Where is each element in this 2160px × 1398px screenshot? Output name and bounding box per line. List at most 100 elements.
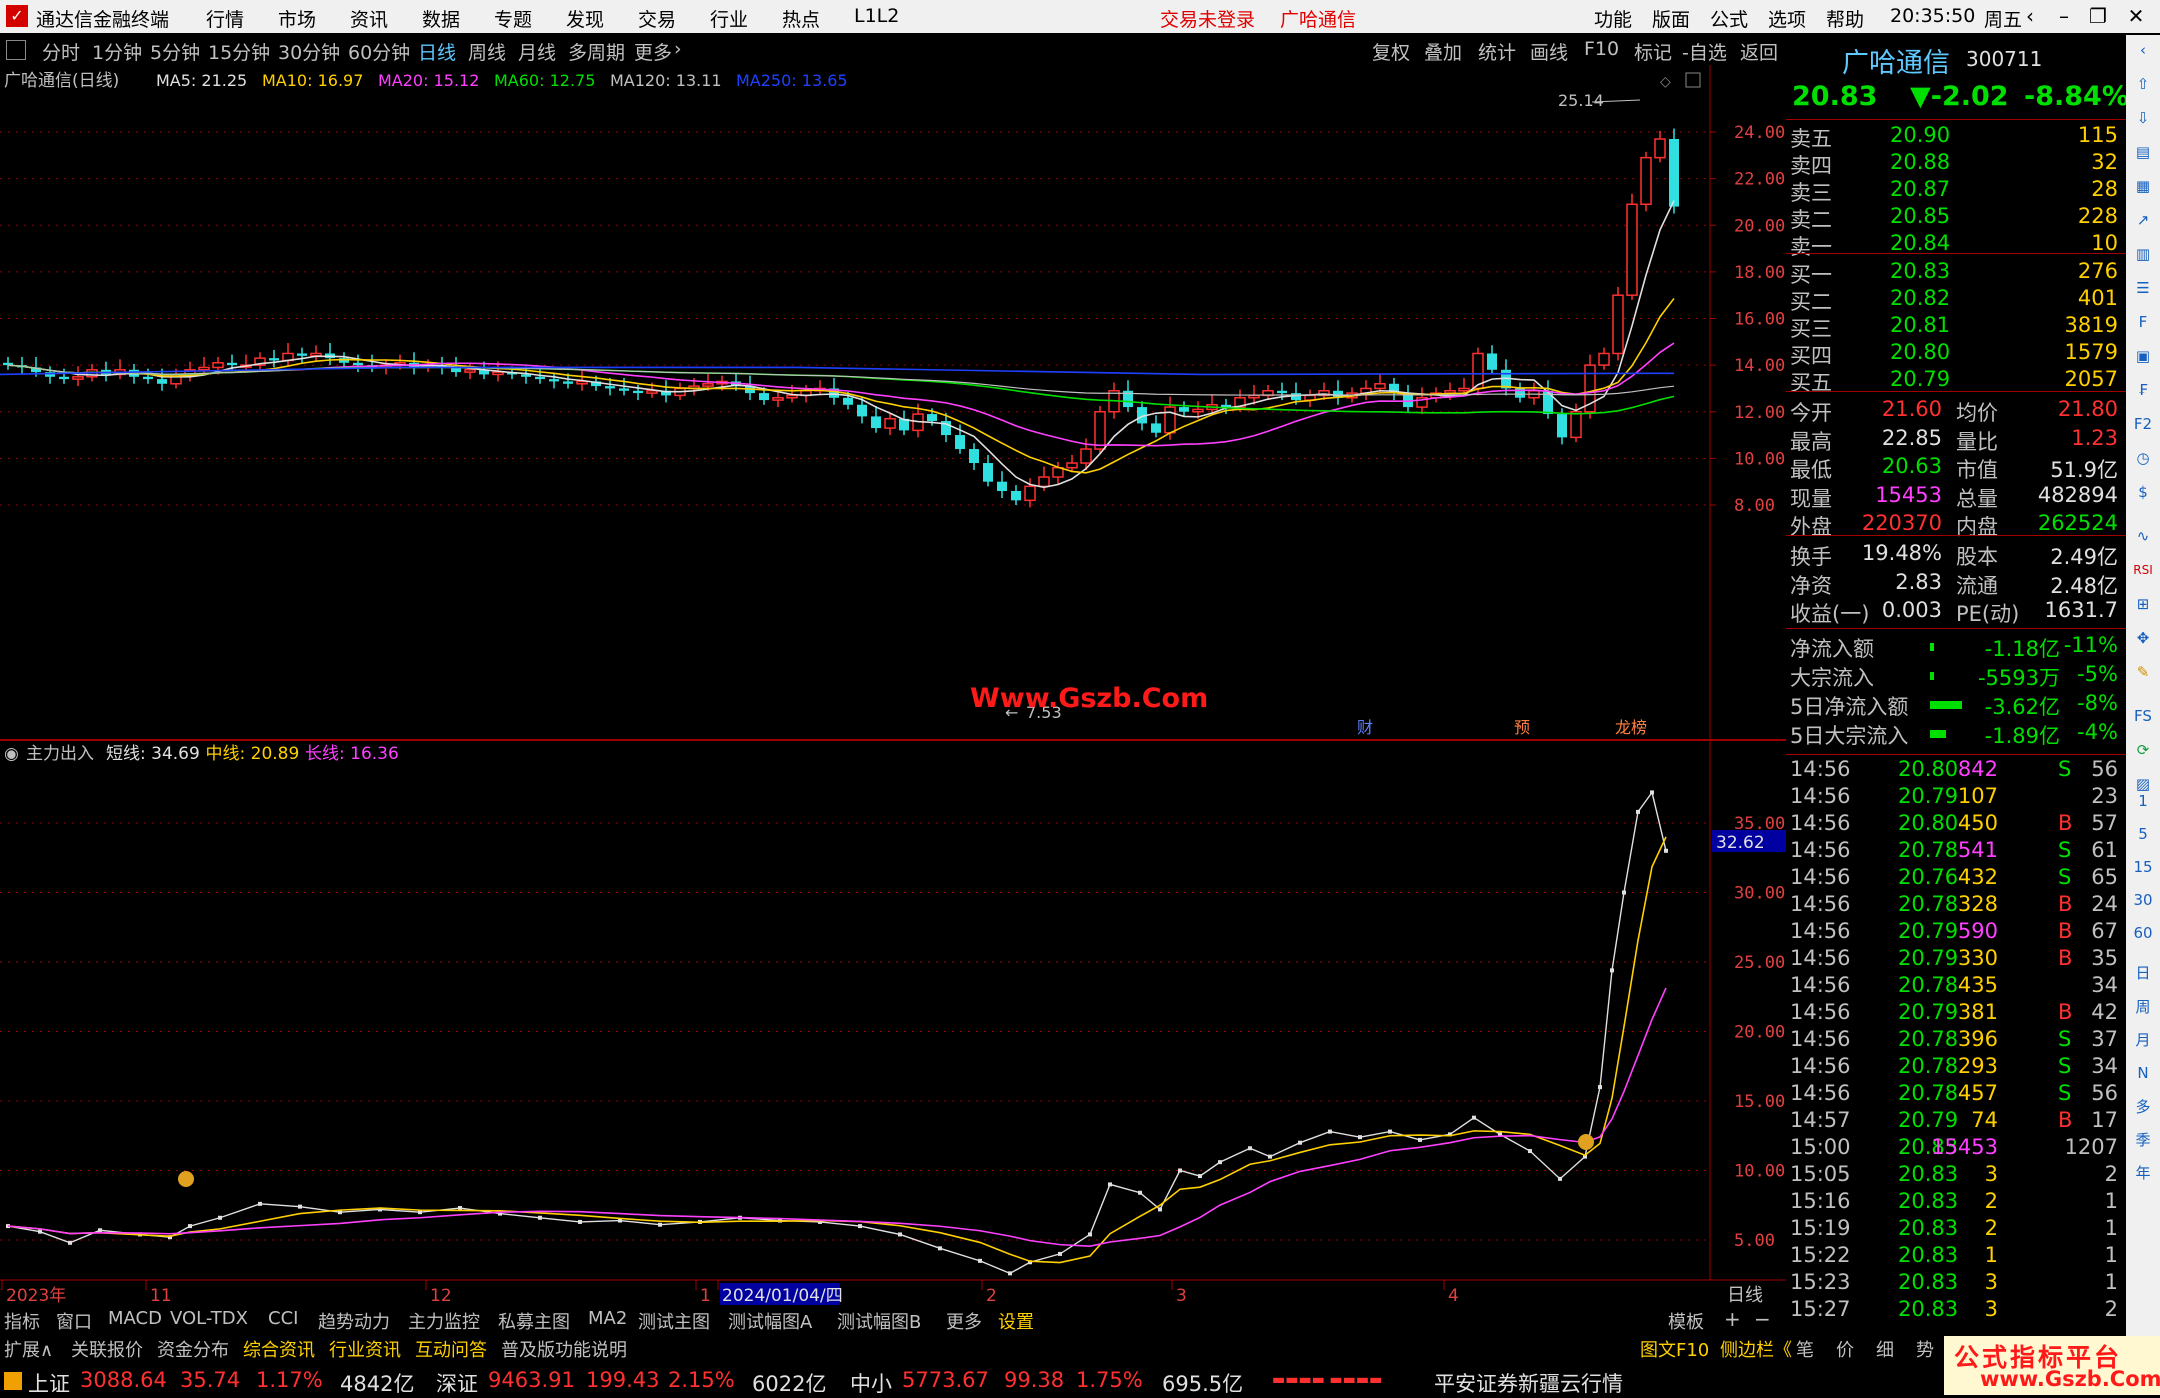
sh-index-name[interactable]: 上证 (28, 1368, 70, 1398)
period-daily[interactable]: 日线 (418, 38, 456, 65)
zoom-out-icon[interactable]: − (1754, 1307, 1771, 1331)
right-tab-2[interactable]: 笔 (1796, 1336, 1814, 1362)
indicator-tab-1[interactable]: 窗口 (56, 1308, 92, 1334)
menu-options[interactable]: 选项 (1768, 5, 1806, 32)
event-mark-forecast[interactable]: 预 (1514, 718, 1530, 737)
side-period-1[interactable]: 5 (2132, 823, 2154, 845)
tool-back[interactable]: 返回 (1740, 38, 1778, 65)
indicator-tab-2[interactable]: MACD (108, 1308, 162, 1329)
tool-overlay[interactable]: 叠加 (1424, 38, 1462, 65)
up-arrow-icon[interactable]: ⇧ (2132, 73, 2154, 95)
side-period-8[interactable]: N (2132, 1062, 2154, 1084)
menu-topics[interactable]: 专题 (494, 5, 532, 32)
indicator-tab-10[interactable]: 测试幅图A (728, 1308, 812, 1334)
indicator-tab-13[interactable]: 设置 (998, 1308, 1034, 1334)
side-period-4[interactable]: 60 (2132, 922, 2154, 944)
grid-small-icon[interactable]: ⊞ (2132, 593, 2154, 615)
down-arrow-icon[interactable]: ⇩ (2132, 107, 2154, 129)
side-period-10[interactable]: 季 (2132, 1129, 2154, 1151)
tool-f10[interactable]: F10 (1584, 38, 1619, 60)
sub-collapse-icon[interactable]: ◉ (4, 744, 19, 764)
dollar-icon[interactable]: $ (2132, 481, 2154, 503)
ext-tab-0[interactable]: 扩展∧ (4, 1336, 53, 1362)
trend-icon[interactable]: ↗ (2132, 209, 2154, 231)
indicator-tab-11[interactable]: 测试幅图B (837, 1308, 921, 1334)
menu-trade[interactable]: 交易 (638, 5, 676, 32)
chevron-right-icon[interactable]: › (674, 38, 682, 60)
period-60min[interactable]: 60分钟 (348, 38, 410, 65)
pen-icon[interactable]: ✎ (2132, 661, 2154, 683)
side-period-6[interactable]: 周 (2132, 996, 2154, 1018)
chevron-left-icon[interactable]: ‹ (2132, 39, 2154, 61)
menu-industry[interactable]: 行业 (710, 5, 748, 32)
side-period-2[interactable]: 15 (2132, 856, 2154, 878)
list-icon[interactable]: ☰ (2132, 277, 2154, 299)
indicator-tab-4[interactable]: CCI (268, 1308, 298, 1329)
chart-icon[interactable]: ▤ (2132, 141, 2154, 163)
indicator-tab-12[interactable]: 更多 (946, 1308, 982, 1334)
minimize-icon[interactable]: – (2048, 2, 2080, 30)
side-period-3[interactable]: 30 (2132, 889, 2154, 911)
menu-layout[interactable]: 版面 (1652, 5, 1690, 32)
right-tab-3[interactable]: 价 (1836, 1336, 1854, 1362)
layout-toggle-icon[interactable] (6, 40, 26, 60)
indicator-tab-0[interactable]: 指标 (4, 1308, 40, 1334)
refresh-icon[interactable]: ⟳ (2132, 739, 2154, 761)
right-tab-5[interactable]: 势 (1916, 1336, 1934, 1362)
chart-area[interactable]: 24.0022.0020.0018.0016.0014.0012.0010.00… (0, 65, 1786, 1333)
right-tab-0[interactable]: 图文F10 (1640, 1336, 1709, 1362)
menu-market[interactable]: 市场 (278, 5, 316, 32)
period-1min[interactable]: 1分钟 (92, 38, 142, 65)
side-period-7[interactable]: 月 (2132, 1029, 2154, 1051)
menu-quotes[interactable]: 行情 (206, 5, 244, 32)
indicator-tab-9[interactable]: 测试主图 (638, 1308, 710, 1334)
login-status[interactable]: 交易未登录 (1160, 5, 1255, 32)
indicator-tab-5[interactable]: 趋势动力 (318, 1308, 390, 1334)
tool-mark[interactable]: 标记 (1634, 38, 1672, 65)
ext-tab-1[interactable]: 关联报价 (71, 1336, 143, 1362)
indicator-tab-8[interactable]: MA2 (588, 1308, 627, 1329)
menu-l1l2[interactable]: L1L2 (854, 5, 899, 27)
kline-icon[interactable]: ▥ (2132, 243, 2154, 265)
period-5min[interactable]: 5分钟 (150, 38, 200, 65)
period-weekly[interactable]: 周线 (468, 38, 506, 65)
ext-tab-5[interactable]: 互动问答 (415, 1336, 487, 1362)
indicator-tab-7[interactable]: 私募主图 (498, 1308, 570, 1334)
zoom-in-icon[interactable]: + (1724, 1307, 1741, 1331)
event-mark-finance[interactable]: 财 (1357, 718, 1373, 737)
f10-icon[interactable]: F (2132, 311, 2154, 333)
period-more[interactable]: 更多 (634, 38, 672, 65)
menu-discover[interactable]: 发现 (566, 5, 604, 32)
restore-icon[interactable]: ❐ (2082, 2, 2114, 30)
back-arrow-icon[interactable]: ‹ (2014, 2, 2046, 30)
tool-statistics[interactable]: 统计 (1478, 38, 1516, 65)
period-15min[interactable]: 15分钟 (208, 38, 270, 65)
side-period-0[interactable]: 1 (2132, 790, 2154, 812)
menu-help[interactable]: 帮助 (1826, 5, 1864, 32)
move-icon[interactable]: ✥ (2132, 627, 2154, 649)
tool-watchlist[interactable]: -自选 (1682, 38, 1727, 65)
diamond-icon[interactable]: ◇ (1660, 74, 1671, 90)
side-period-11[interactable]: 年 (2132, 1162, 2154, 1184)
period-30min[interactable]: 30分钟 (278, 38, 340, 65)
indicator-tab-3[interactable]: VOL-TDX (170, 1308, 248, 1329)
sz-index-name[interactable]: 深证 (436, 1368, 478, 1398)
event-mark-dragon-list[interactable]: 龙榜 (1615, 718, 1647, 737)
wave-icon[interactable]: ∿ (2132, 525, 2154, 547)
finance-icon[interactable]: ₣ (2132, 379, 2154, 401)
tool-draw[interactable]: 画线 (1530, 38, 1568, 65)
template-tab[interactable]: 模板 (1668, 1308, 1704, 1334)
menu-function[interactable]: 功能 (1594, 5, 1632, 32)
clock-icon[interactable]: ◷ (2132, 447, 2154, 469)
close-icon[interactable]: ✕ (2120, 2, 2152, 30)
period-multi[interactable]: 多周期 (568, 38, 625, 65)
indicator-tab-6[interactable]: 主力监控 (408, 1308, 480, 1334)
right-tab-4[interactable]: 细 (1876, 1336, 1894, 1362)
rsi-icon[interactable]: RSI (2132, 559, 2154, 581)
ext-tab-3[interactable]: 综合资讯 (243, 1336, 315, 1362)
grid-icon[interactable]: ▦ (2132, 175, 2154, 197)
ext-tab-6[interactable]: 普及版功能说明 (501, 1336, 627, 1362)
side-period-5[interactable]: 日 (2132, 962, 2154, 984)
right-tab-1[interactable]: 侧边栏《 (1720, 1336, 1792, 1362)
period-intraday[interactable]: 分时 (42, 38, 80, 65)
